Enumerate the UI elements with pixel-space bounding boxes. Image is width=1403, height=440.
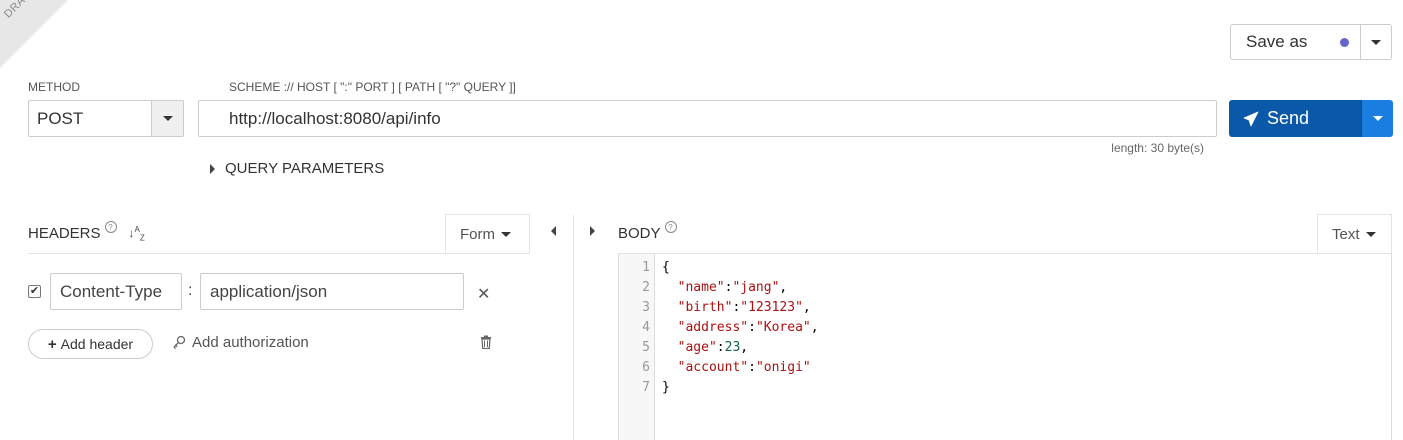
help-icon[interactable]: ? <box>664 221 677 233</box>
help-icon[interactable]: ? <box>104 221 117 233</box>
url-input[interactable]: http://localhost:8080/api/info <box>198 100 1217 137</box>
line-number: 2 <box>642 280 650 295</box>
body-mode-label: Text <box>1332 225 1360 243</box>
body-title-text: BODY <box>618 225 661 242</box>
header-name-input[interactable]: Content-Type <box>50 273 182 310</box>
add-authorization-button[interactable]: Add authorization <box>172 334 309 351</box>
header-name-value: Content-Type <box>60 281 163 301</box>
code-line: "name":"jang", <box>677 280 788 295</box>
headers-mode-label: Form <box>460 225 495 243</box>
key-icon <box>173 335 186 349</box>
line-number: 1 <box>642 260 650 275</box>
arrow-right-icon <box>590 226 595 236</box>
add-header-button[interactable]: + Add header <box>28 329 153 359</box>
chevron-down-icon <box>162 116 173 121</box>
query-parameters-toggle[interactable]: QUERY PARAMETERS <box>210 160 384 177</box>
collapse-left-button[interactable] <box>551 226 556 236</box>
sort-icon[interactable]: ↓AZ <box>129 225 145 242</box>
plus-icon: + <box>47 335 57 353</box>
send-dropdown-button[interactable] <box>1361 100 1393 137</box>
header-value-text: application/json <box>210 281 328 301</box>
code-line: "address":"Korea", <box>677 320 819 335</box>
code-line: } <box>662 380 670 395</box>
trash-icon[interactable] <box>480 335 492 352</box>
chevron-down-icon <box>1372 116 1383 121</box>
chevron-down-icon <box>1365 231 1376 237</box>
chevron-down-icon <box>501 231 511 237</box>
line-number: 3 <box>642 300 650 315</box>
send-button[interactable]: Send <box>1229 100 1361 137</box>
header-value-input[interactable]: application/json <box>200 273 464 310</box>
save-as-dropdown-button[interactable] <box>1360 25 1391 59</box>
line-number-gutter: 1 2 3 4 5 6 7 <box>619 254 655 440</box>
code-line: "account":"onigi" <box>677 360 811 375</box>
send-button-group[interactable]: Send <box>1229 100 1393 137</box>
add-header-label: Add header <box>60 336 134 352</box>
remove-header-icon[interactable]: ✕ <box>477 284 490 304</box>
headers-title-text: HEADERS <box>28 225 101 242</box>
save-as-main[interactable]: Save as <box>1231 25 1360 59</box>
paper-plane-icon <box>1243 111 1259 126</box>
headers-divider <box>28 253 530 254</box>
headers-title: HEADERS ? ↓AZ <box>28 221 145 242</box>
header-separator: : <box>188 282 193 299</box>
collapse-right-button[interactable] <box>590 226 595 236</box>
method-label: METHOD <box>28 80 80 94</box>
method-dropdown-button[interactable] <box>151 101 183 136</box>
code-line: "birth":"123123", <box>677 300 811 315</box>
method-select[interactable]: POST <box>28 100 184 137</box>
code-line: "age":23, <box>677 340 749 355</box>
expand-arrow-icon <box>210 163 215 174</box>
add-authorization-label: Add authorization <box>192 334 309 351</box>
chevron-down-icon <box>1371 39 1381 45</box>
line-number: 5 <box>642 340 650 355</box>
method-value: POST <box>37 108 84 128</box>
url-value: http://localhost:8080/api/info <box>229 108 441 128</box>
save-as-label: Save as <box>1246 32 1308 51</box>
url-length: length: 30 byte(s) <box>1111 141 1204 155</box>
unsaved-indicator-icon <box>1340 38 1349 47</box>
url-label: SCHEME :// HOST [ ":" PORT ] [ PATH [ "?… <box>229 80 516 94</box>
panel-divider[interactable] <box>573 215 574 440</box>
line-number: 7 <box>642 380 650 395</box>
line-number: 6 <box>642 360 650 375</box>
line-number: 4 <box>642 320 650 335</box>
body-title: BODY ? <box>618 221 677 242</box>
query-parameters-label: QUERY PARAMETERS <box>225 160 385 177</box>
header-enabled-checkbox[interactable]: ✔ <box>28 285 41 298</box>
body-mode-select[interactable]: Text <box>1317 214 1392 253</box>
send-label: Send <box>1267 108 1310 128</box>
arrow-left-icon <box>551 226 556 236</box>
code-line: { <box>662 260 670 275</box>
save-as-button[interactable]: Save as <box>1230 24 1392 60</box>
headers-mode-select[interactable]: Form <box>445 214 530 253</box>
